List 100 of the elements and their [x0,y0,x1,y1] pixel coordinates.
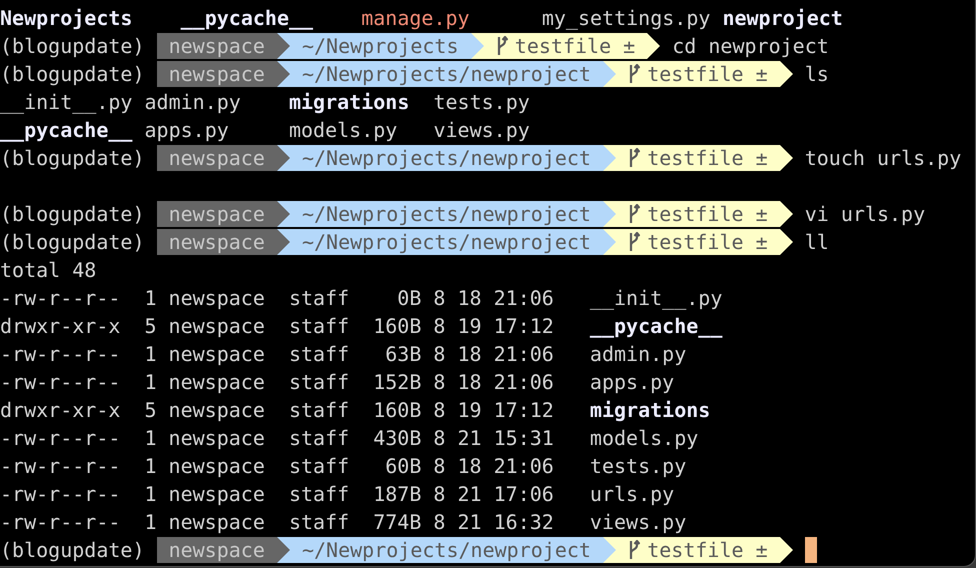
file-name: __init__.py [0,89,134,116]
file-size: 152B [372,369,422,396]
group-name: staff [288,481,350,508]
permissions: -rw-r--r-- [0,369,120,396]
owner-name: newspace [168,425,265,452]
owner-name: newspace [168,397,265,424]
git-branch-icon [628,540,640,560]
day: 21 [445,424,482,452]
group-name: staff [288,509,350,536]
file-size: 774B [372,509,422,536]
link-count: 1 [143,509,157,536]
permissions: drwxr-xr-x [0,313,120,340]
file-name: __pycache__ [590,313,722,340]
file-name: views.py [433,117,531,144]
day: 18 [445,368,482,396]
month: 8 [432,509,446,536]
month: 8 [432,453,446,480]
git-branch-icon [628,232,640,252]
virtualenv-name: (blogupdate) [0,201,146,228]
virtualenv-name: (blogupdate) [0,145,146,172]
branch-name: testfile ± [647,201,768,228]
command-text: ll [804,229,829,256]
group-name: staff [288,369,350,396]
file-name: admin.py [590,341,686,368]
day: 18 [445,452,482,480]
command-text: vi urls.py [804,201,926,228]
time: 21:06 [494,369,554,396]
time: 15:31 [494,425,554,452]
branch-name: testfile ± [647,61,768,88]
file-size: 160B [372,313,422,340]
file-name: models.py [288,117,398,144]
owner-name: newspace [168,481,265,508]
file-size: 63B [384,341,422,368]
file-name: __pycache__ [0,117,134,144]
git-branch-icon [628,148,640,168]
file-name: migrations [288,89,410,116]
link-count: 5 [143,397,157,424]
virtualenv-name: (blogupdate) [0,229,146,256]
file-name: Newprojects [0,5,134,32]
owner-name: newspace [168,509,265,536]
file-name: views.py [590,509,686,536]
day: 21 [445,480,482,508]
file-name: admin.py [144,89,242,116]
file-name: urls.py [590,481,674,508]
link-count: 1 [143,285,157,312]
month: 8 [432,425,446,452]
permissions: -rw-r--r-- [0,453,120,480]
link-count: 1 [143,369,157,396]
day: 21 [445,508,482,536]
file-size: 0B [396,285,422,312]
file-name: tests.py [590,453,686,480]
owner-name: newspace [168,285,265,312]
day: 19 [445,396,482,424]
time: 21:06 [494,341,554,368]
month: 8 [432,313,446,340]
file-name: my_settings.py [542,5,712,32]
file-name: __init__.py [590,285,722,312]
file-name: models.py [590,425,698,452]
git-branch-icon [496,36,508,56]
command-text: touch urls.py [804,145,962,172]
month: 8 [432,369,446,396]
git-branch-icon [628,64,640,84]
month: 8 [432,481,446,508]
permissions: -rw-r--r-- [0,341,120,368]
month: 8 [432,341,446,368]
owner-name: newspace [168,313,265,340]
day: 18 [445,340,482,368]
month: 8 [432,285,446,312]
group-name: staff [288,397,350,424]
owner-name: newspace [168,453,265,480]
virtualenv-name: (blogupdate) [0,33,146,60]
permissions: drwxr-xr-x [0,397,120,424]
owner-name: newspace [168,341,265,368]
file-name: __pycache__ [180,5,314,32]
file-name: apps.py [590,369,674,396]
link-count: 1 [143,425,157,452]
group-name: staff [288,285,350,312]
git-branch-icon [628,204,640,224]
permissions: -rw-r--r-- [0,481,120,508]
branch-name: testfile ± [647,537,768,564]
command-text: cd newproject [672,33,829,60]
file-size: 187B [372,481,422,508]
time: 21:06 [494,285,554,312]
time: 16:32 [494,509,554,536]
link-count: 5 [143,313,157,340]
group-name: staff [288,341,350,368]
branch-name: testfile ± [514,33,636,60]
branch-name: testfile ± [647,229,768,256]
virtualenv-name: (blogupdate) [0,61,146,88]
group-name: staff [288,313,350,340]
link-count: 1 [143,453,157,480]
day: 19 [445,312,482,340]
day: 18 [445,284,482,312]
permissions: -rw-r--r-- [0,425,120,452]
time: 17:12 [494,313,554,340]
group-name: staff [288,453,350,480]
file-name: apps.py [144,117,230,144]
file-size: 430B [372,425,422,452]
time: 17:12 [494,397,554,424]
file-name: newproject [722,5,844,32]
